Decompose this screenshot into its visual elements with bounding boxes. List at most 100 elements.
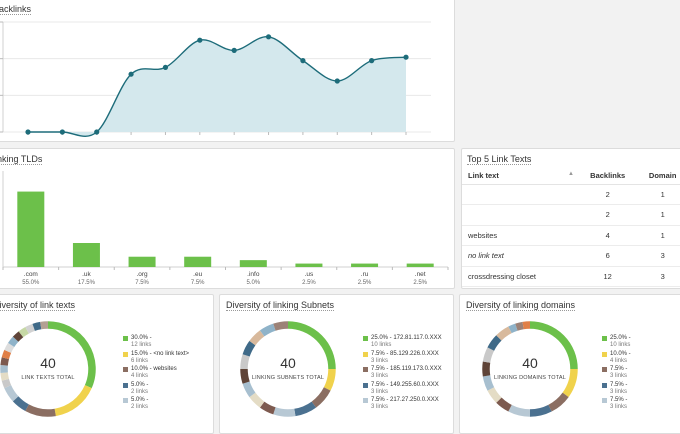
donut-slice[interactable] <box>16 334 21 339</box>
donut-total: 40 <box>480 355 580 371</box>
legend-item[interactable]: 10.0% -4 links <box>602 351 631 365</box>
column-header-link-text[interactable]: Link text ▲ <box>462 167 580 184</box>
donut-slice[interactable] <box>41 325 48 326</box>
legend-swatch <box>363 336 368 341</box>
legend-item[interactable]: 5.0% -2 links <box>123 382 189 396</box>
table-row[interactable]: 21 <box>462 205 680 226</box>
domain-cell: 1 <box>639 205 680 226</box>
legend-item[interactable]: 7.5% - 85.129.226.0.XXX3 links <box>363 351 442 365</box>
data-point[interactable] <box>232 48 237 53</box>
link-texts-panel: Top 5 Link Texts Link text ▲ Backlinks D… <box>461 148 680 289</box>
legend-item[interactable]: 7.5% - 185.119.173.0.XXX3 links <box>363 366 442 380</box>
donut-total: 40 <box>238 355 338 371</box>
donut-slice[interactable] <box>16 399 27 408</box>
domain-cell: 1 <box>639 184 680 205</box>
data-point[interactable] <box>403 55 408 60</box>
donut-slice[interactable] <box>491 338 499 349</box>
category-label: .us <box>305 271 314 278</box>
donut-slice[interactable] <box>295 405 314 413</box>
percent-label: 55.0% <box>22 280 40 286</box>
legend-item[interactable]: 7.5% - 217.27.250.0.XXX3 links <box>363 397 442 411</box>
data-point[interactable] <box>266 34 271 39</box>
donut-slice[interactable] <box>34 326 41 328</box>
data-point[interactable] <box>369 58 374 63</box>
column-header-domain[interactable]: Domain <box>639 167 680 184</box>
donut-slice[interactable] <box>499 400 510 408</box>
category-label: .com <box>24 271 38 278</box>
data-point[interactable] <box>60 129 65 134</box>
link-text-cell: crossdressing closet <box>462 266 580 287</box>
table-row[interactable]: no link text63 <box>462 246 680 267</box>
donut-slice[interactable] <box>55 387 88 413</box>
bar-org[interactable] <box>129 257 156 267</box>
donut-slice[interactable] <box>510 327 516 330</box>
data-point[interactable] <box>94 129 99 134</box>
donut-slice[interactable] <box>27 408 55 413</box>
donut-slice[interactable] <box>8 345 11 351</box>
data-point[interactable] <box>128 72 133 77</box>
donut-slice[interactable] <box>566 369 574 395</box>
donut-slice[interactable] <box>8 387 16 399</box>
legend-item[interactable]: 15.0% - <no link text>6 links <box>123 351 189 365</box>
legend-item[interactable]: 30.0% -12 links <box>123 335 189 349</box>
donut-slice[interactable] <box>11 339 15 345</box>
bar-eu[interactable] <box>184 257 211 267</box>
bar-info[interactable] <box>240 260 267 267</box>
donut-slice[interactable] <box>262 327 274 333</box>
donut-slice[interactable] <box>274 411 294 413</box>
legend-item[interactable]: 7.5% - 149.255.60.0.XXX3 links <box>363 382 442 396</box>
donut-slice[interactable] <box>530 408 550 413</box>
legend-count: 3 links <box>371 373 442 380</box>
legend-count: 3 links <box>371 404 442 411</box>
data-point[interactable] <box>335 78 340 83</box>
donut-slice[interactable] <box>523 325 530 326</box>
donut-slice[interactable] <box>246 383 252 395</box>
donut-slice[interactable] <box>491 389 499 400</box>
legend-swatch <box>363 398 368 403</box>
donut-slice[interactable] <box>510 408 530 413</box>
sort-arrow-icon[interactable]: ▲ <box>568 171 574 177</box>
link-text-cell: no link text <box>462 246 580 267</box>
bar-uk[interactable] <box>73 243 100 267</box>
donut-slice[interactable] <box>246 343 252 355</box>
bar-com[interactable] <box>17 192 44 267</box>
link-text-cell <box>462 184 580 205</box>
donut-slice[interactable] <box>21 330 27 334</box>
legend-item[interactable]: 7.5% -3 links <box>602 397 631 411</box>
legend-item[interactable]: 5.0% -2 links <box>123 397 189 411</box>
legend-swatch <box>602 383 607 388</box>
legend-item[interactable]: 10.0% - websites4 links <box>123 366 189 380</box>
table-row[interactable]: 21 <box>462 184 680 205</box>
legend-swatch <box>602 336 607 341</box>
link-texts-table: Link text ▲ Backlinks Domain 2121website… <box>462 167 680 287</box>
legend-item[interactable]: 7.5% -3 links <box>602 366 631 380</box>
legend-count: 3 links <box>371 358 442 365</box>
table-row[interactable]: websites41 <box>462 225 680 246</box>
donut-slice[interactable] <box>262 405 274 411</box>
donut-slice[interactable] <box>274 325 288 327</box>
donut-slice[interactable] <box>499 330 510 338</box>
percent-label: 2.5% <box>358 280 372 286</box>
legend-swatch <box>123 367 128 372</box>
bar-ru[interactable] <box>351 264 378 267</box>
legend-item[interactable]: 25.0% -10 links <box>602 335 631 349</box>
donut-slice[interactable] <box>550 395 566 408</box>
bar-net[interactable] <box>407 264 434 267</box>
donut-slice[interactable] <box>27 327 34 330</box>
legend-label: 10.0% - <box>610 351 631 358</box>
donut-slice[interactable] <box>252 333 262 343</box>
backlinks-cell: 6 <box>580 246 639 267</box>
legend-label: 30.0% - <box>131 335 189 342</box>
donut-slice[interactable] <box>252 395 262 405</box>
data-point[interactable] <box>25 129 30 134</box>
donut-slice[interactable] <box>516 326 523 328</box>
table-row[interactable]: crossdressing closet123 <box>462 266 680 287</box>
data-point[interactable] <box>163 65 168 70</box>
bar-us[interactable] <box>295 264 322 267</box>
donut-slice[interactable] <box>314 389 327 405</box>
data-point[interactable] <box>197 38 202 43</box>
data-point[interactable] <box>300 58 305 63</box>
legend-item[interactable]: 25.0% - 172.81.117.0.XXX10 links <box>363 335 442 349</box>
legend-item[interactable]: 7.5% -3 links <box>602 382 631 396</box>
column-header-backlinks[interactable]: Backlinks <box>580 167 639 184</box>
